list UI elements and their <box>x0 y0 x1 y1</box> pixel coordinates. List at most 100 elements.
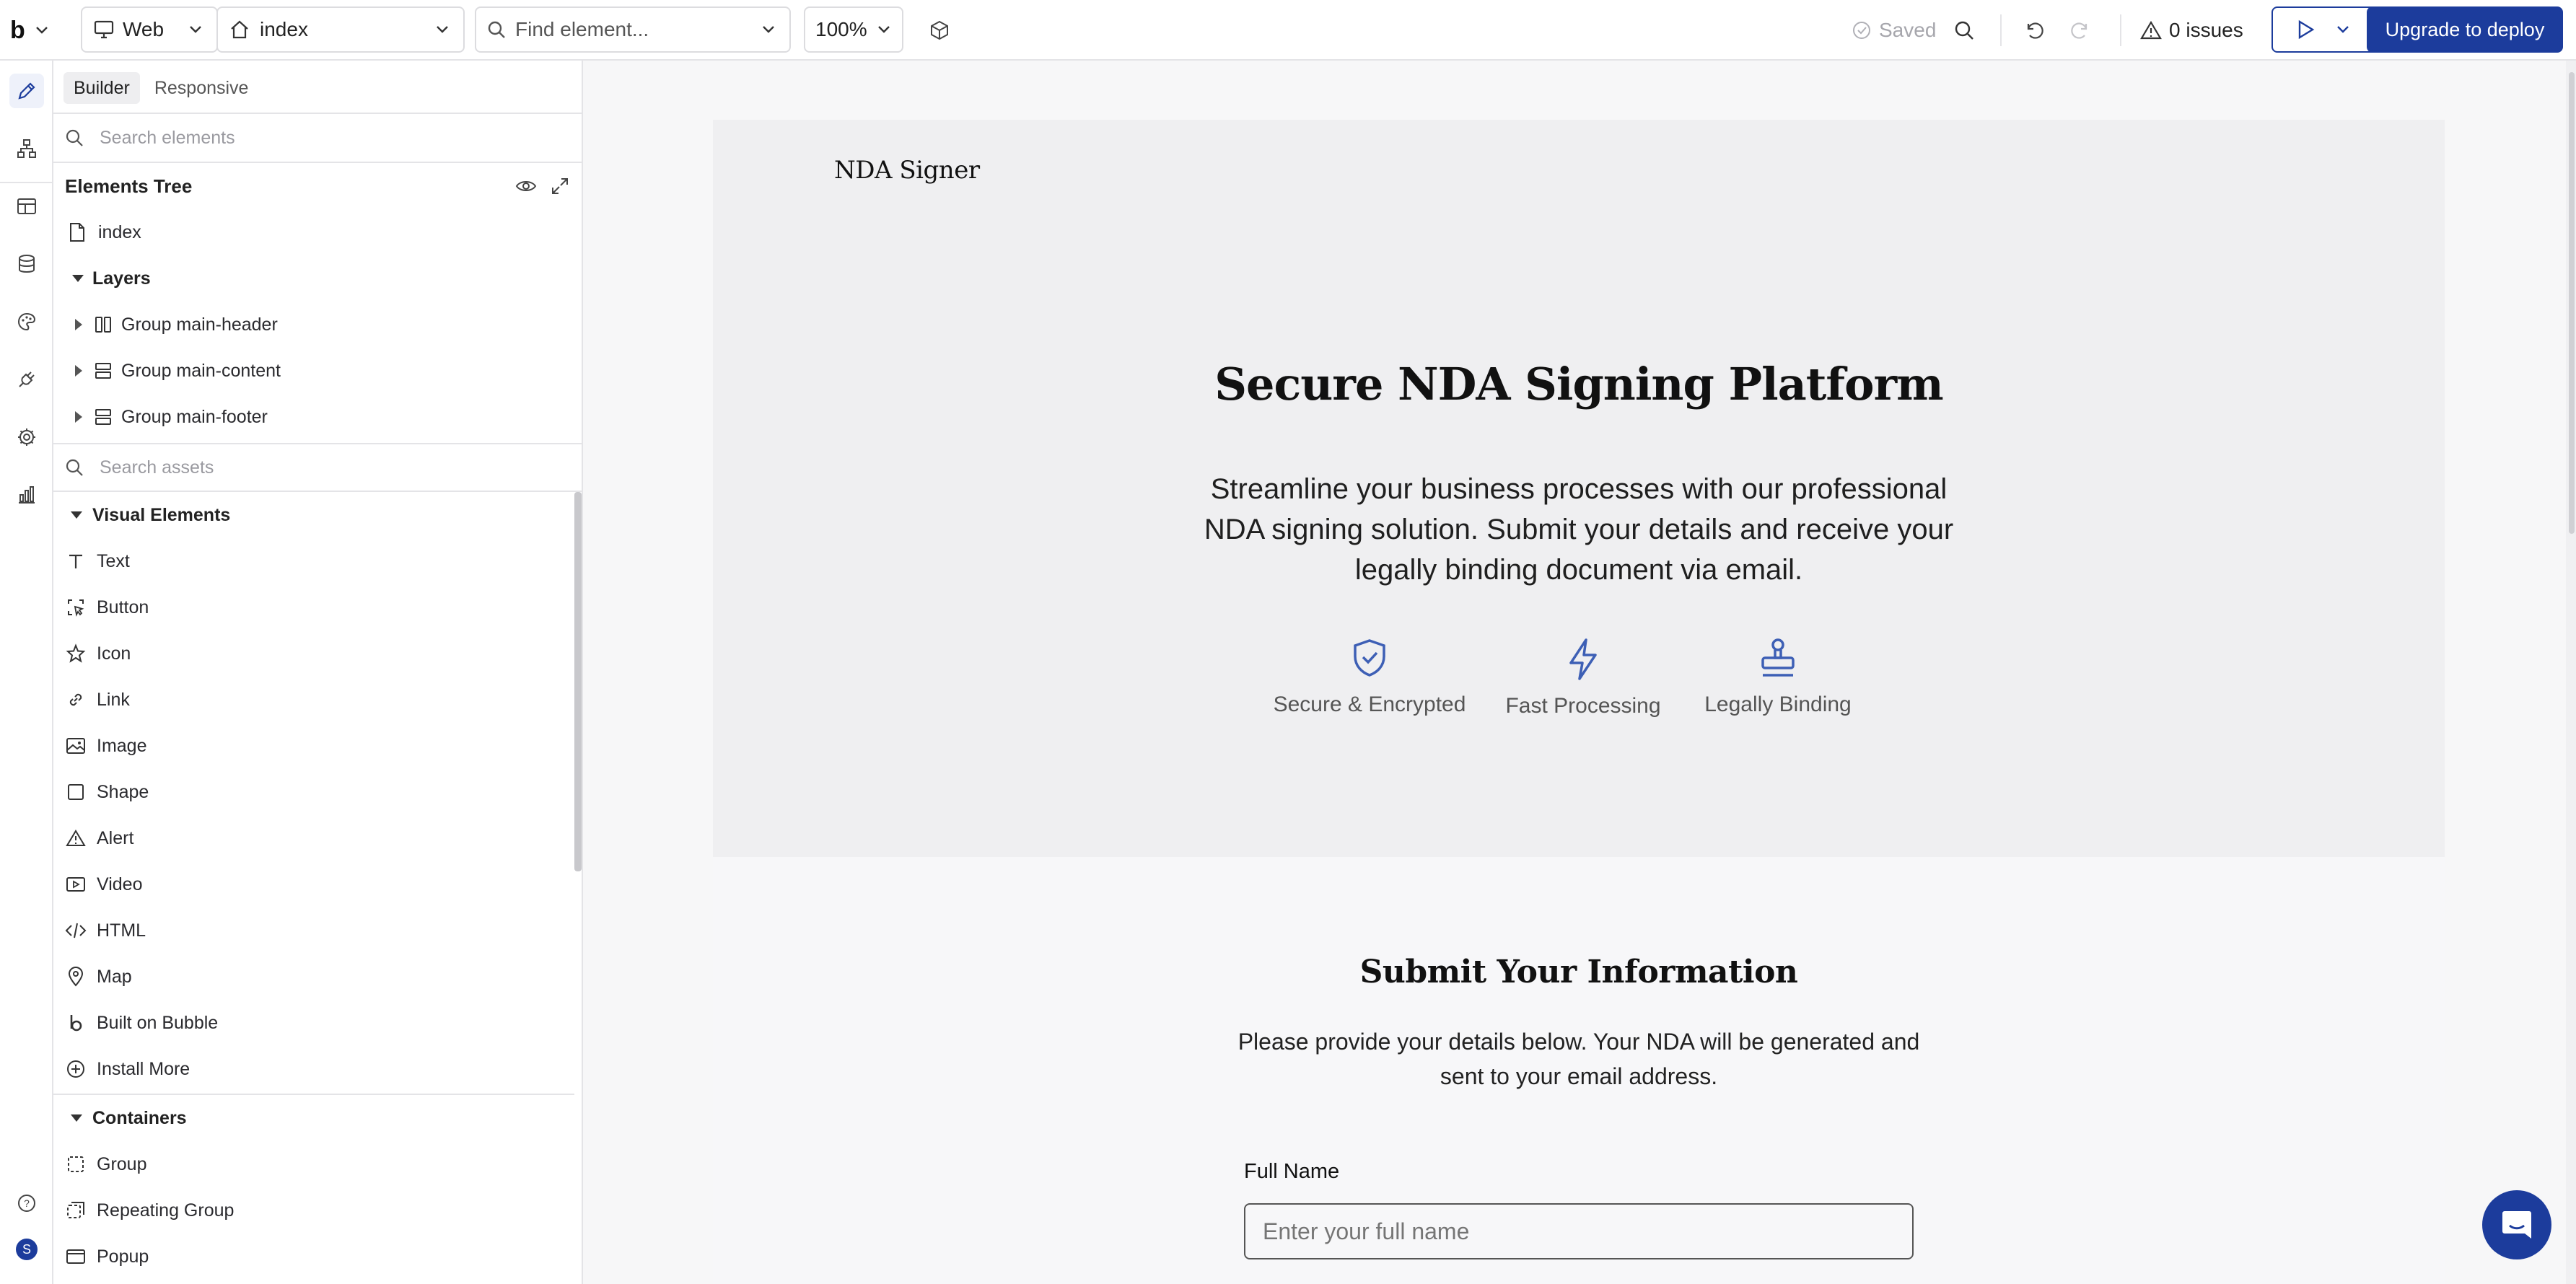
saved-label: Saved <box>1879 19 1937 41</box>
asset-label: Map <box>97 966 132 987</box>
group-main-header[interactable]: NDA Signer Secure NDA Signing Platform S… <box>713 120 2445 857</box>
redo-icon[interactable] <box>2064 13 2098 48</box>
form-title[interactable]: Submit Your Information <box>713 954 2445 990</box>
full-name-input[interactable] <box>1244 1203 1914 1259</box>
palette-icon[interactable] <box>9 304 44 339</box>
feature-fast[interactable]: Fast Processing <box>1489 638 1677 718</box>
platform-value: Web <box>123 18 165 40</box>
avatar[interactable]: S <box>9 1232 44 1267</box>
issues-button[interactable]: 0 issues <box>2140 13 2243 48</box>
asset-link[interactable]: Link <box>53 677 582 723</box>
containers-toggle[interactable]: Containers <box>53 1095 582 1141</box>
help-icon[interactable]: ? <box>9 1186 44 1221</box>
feature-legal[interactable]: Legally Binding <box>1684 638 1872 717</box>
asset-built-on-bubble[interactable]: Built on Bubble <box>53 1000 582 1046</box>
asset-label: Button <box>97 597 149 617</box>
brand-text[interactable]: NDA Signer <box>834 156 980 185</box>
hero-description[interactable]: Streamline your business processes with … <box>1146 469 2012 590</box>
settings-icon[interactable] <box>9 420 44 454</box>
asset-repeating-group[interactable]: Repeating Group <box>53 1187 582 1234</box>
check-circle-icon <box>1852 20 1872 40</box>
chevron-down-icon <box>189 25 202 34</box>
find-element-placeholder: Find element... <box>515 18 649 40</box>
design-pencil-icon[interactable] <box>9 74 44 108</box>
caret-right-icon <box>75 411 82 423</box>
caret-right-icon <box>75 319 82 330</box>
asset-alert[interactable]: Alert <box>53 815 582 861</box>
undo-icon[interactable] <box>2016 13 2051 48</box>
warning-icon <box>65 827 87 849</box>
platform-select[interactable]: Web <box>81 6 218 53</box>
caret-down-icon <box>71 511 82 519</box>
plugins-icon[interactable] <box>9 362 44 397</box>
bubble-logo-icon <box>65 1012 87 1034</box>
tree-item-group-main-header[interactable]: Group main-header <box>53 302 582 348</box>
asset-label: Install More <box>97 1058 190 1079</box>
monitor-icon <box>94 20 114 39</box>
asset-video[interactable]: Video <box>53 861 582 907</box>
asset-popup[interactable]: Popup <box>53 1234 582 1280</box>
search-elements-input[interactable]: Search elements <box>53 114 582 162</box>
bubble-logo-menu[interactable]: b <box>10 13 48 48</box>
asset-icon[interactable]: Icon <box>53 630 582 677</box>
search-icon[interactable] <box>1947 13 1981 48</box>
asset-install-more[interactable]: Install More <box>53 1046 582 1092</box>
asset-shape[interactable]: Shape <box>53 769 582 815</box>
form-description[interactable]: Please provide your details below. Your … <box>1146 1024 2012 1094</box>
layers-toggle[interactable]: Layers <box>53 255 582 302</box>
workflow-icon[interactable] <box>9 131 44 166</box>
find-element-select[interactable]: Find element... <box>475 6 791 53</box>
elements-tree-title: Elements Tree <box>65 175 193 197</box>
expand-icon[interactable] <box>550 176 570 196</box>
caret-right-icon <box>75 365 82 377</box>
styles-icon[interactable] <box>9 189 44 224</box>
play-icon <box>2297 19 2315 40</box>
visual-elements-toggle[interactable]: Visual Elements <box>53 492 582 538</box>
zoom-select[interactable]: 100% <box>804 6 903 53</box>
group-main-content[interactable]: Submit Your Information Please provide y… <box>713 857 2445 1284</box>
asset-group[interactable]: Group <box>53 1141 582 1187</box>
chat-support-button[interactable] <box>2482 1190 2551 1259</box>
data-icon[interactable] <box>9 247 44 281</box>
cube-icon[interactable] <box>922 13 957 48</box>
chevron-down-icon <box>2336 25 2349 34</box>
feature-secure[interactable]: Secure & Encrypted <box>1261 638 1478 717</box>
logs-icon[interactable] <box>9 478 44 512</box>
tab-responsive[interactable]: Responsive <box>144 72 259 104</box>
asset-label: Video <box>97 874 143 894</box>
upgrade-to-deploy-button[interactable]: Upgrade to deploy <box>2367 6 2563 53</box>
asset-label: HTML <box>97 920 146 941</box>
page-select[interactable]: index <box>216 6 465 53</box>
tree-item-index[interactable]: index <box>53 209 582 255</box>
dashed-square-icon <box>65 1153 87 1175</box>
editor-canvas[interactable]: NDA Signer Secure NDA Signing Platform S… <box>583 61 2576 1284</box>
zoom-value: 100% <box>815 18 867 40</box>
hero-description-line: Streamline your business processes with … <box>1210 473 1948 505</box>
canvas-scrollbar-thumb[interactable] <box>2569 72 2575 534</box>
lightning-icon <box>1489 638 1677 681</box>
asset-label: Popup <box>97 1246 149 1267</box>
asset-map[interactable]: Map <box>53 954 582 1000</box>
toolbar-divider <box>2000 14 2002 46</box>
tree-item-group-main-footer[interactable]: Group main-footer <box>53 394 582 440</box>
left-icon-rail: ? S <box>0 61 53 1284</box>
tab-builder[interactable]: Builder <box>63 72 140 104</box>
hero-title[interactable]: Secure NDA Signing Platform <box>713 358 2445 410</box>
asset-button[interactable]: Button <box>53 584 582 630</box>
saved-status: Saved <box>1852 13 1936 48</box>
asset-label: Alert <box>97 827 134 848</box>
form-description-line: sent to your email address. <box>1440 1063 1718 1089</box>
search-assets-input[interactable]: Search assets <box>53 444 582 491</box>
tree-item-group-main-content[interactable]: Group main-content <box>53 348 582 394</box>
asset-label: Icon <box>97 643 131 664</box>
asset-text[interactable]: Text <box>53 538 582 584</box>
asset-image[interactable]: Image <box>53 723 582 769</box>
full-name-label[interactable]: Full Name <box>1244 1160 1339 1184</box>
feature-label: Legally Binding <box>1704 692 1852 716</box>
top-bar: b Web index Find element... 100% Saved 0… <box>0 0 2576 61</box>
asset-label: Link <box>97 689 130 710</box>
containers-label: Containers <box>92 1107 187 1128</box>
eye-icon[interactable] <box>515 177 537 195</box>
page-index[interactable]: NDA Signer Secure NDA Signing Platform S… <box>713 120 2445 1284</box>
asset-html[interactable]: HTML <box>53 907 582 954</box>
